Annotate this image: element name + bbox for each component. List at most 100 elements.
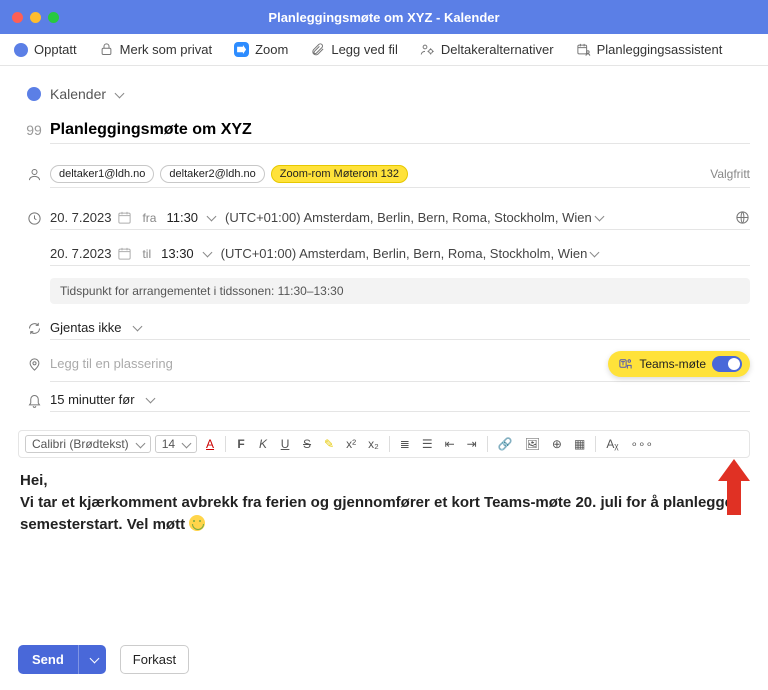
globe-icon[interactable] xyxy=(735,210,750,225)
maximize-window-button[interactable] xyxy=(48,12,59,23)
toggle-switch-on-icon xyxy=(712,356,742,372)
underline-button[interactable]: U xyxy=(276,435,294,453)
send-button-label: Send xyxy=(18,645,78,674)
zoom-icon xyxy=(234,42,249,57)
bullet-list-button[interactable]: ≣ xyxy=(396,435,414,453)
start-date-value: 20. 7.2023 xyxy=(50,210,111,225)
scheduling-assistant-button[interactable]: Planleggingsassistent xyxy=(576,42,723,57)
smile-emoji-icon xyxy=(189,515,205,531)
body-text: Vi tar et kjærkomment avbrekk fra ferien… xyxy=(20,494,733,533)
start-tz-value: (UTC+01:00) Amsterdam, Berlin, Bern, Rom… xyxy=(225,210,592,225)
person-icon xyxy=(27,167,42,182)
attendee-chip[interactable]: deltaker2@ldh.no xyxy=(160,165,264,183)
indent-button[interactable]: ⇥ xyxy=(463,435,481,453)
bold-button[interactable]: F xyxy=(232,435,250,453)
calendar-selector[interactable]: Kalender xyxy=(50,86,123,102)
subject-input[interactable] xyxy=(50,117,750,144)
scheduling-assistant-label: Planleggingsassistent xyxy=(597,42,723,57)
start-date-field[interactable]: 20. 7.2023 xyxy=(50,210,132,225)
teams-icon xyxy=(618,356,633,371)
highlight-button[interactable]: ✎ xyxy=(320,435,338,453)
link-button[interactable]: ⊕ xyxy=(548,435,566,453)
lock-icon xyxy=(99,42,114,57)
mark-private-label: Merk som privat xyxy=(120,42,212,57)
number-list-button[interactable]: ☰ xyxy=(418,435,437,453)
more-format-button[interactable]: ∘∘∘ xyxy=(626,435,657,453)
start-row: 20. 7.2023 fra 11:30 (UTC+01:00) Amsterd… xyxy=(18,200,750,236)
participant-options-button[interactable]: Deltakeralternativer xyxy=(420,42,554,57)
font-family-select[interactable]: Calibri (Brødtekst) xyxy=(25,435,151,453)
end-row: 20. 7.2023 til 13:30 (UTC+01:00) Amsterd… xyxy=(18,236,750,272)
zoom-button[interactable]: Zoom xyxy=(234,42,288,57)
discard-button[interactable]: Forkast xyxy=(120,645,189,674)
status-label: Opptatt xyxy=(34,42,77,57)
calendar-icon xyxy=(117,246,132,261)
calendar-name: Kalender xyxy=(50,86,106,102)
recurrence-icon xyxy=(27,321,42,336)
end-timezone-field[interactable]: (UTC+01:00) Amsterdam, Berlin, Bern, Rom… xyxy=(221,246,750,261)
subject-row: 99 xyxy=(18,112,750,148)
send-dropdown[interactable] xyxy=(78,645,106,674)
table-button[interactable]: ▦ xyxy=(570,435,589,453)
titlebar: Planleggingsmøte om XYZ - Kalender xyxy=(0,0,768,34)
optional-attendees-link[interactable]: Valgfritt xyxy=(710,167,750,181)
font-size-select[interactable]: 14 xyxy=(155,435,197,453)
end-date-field[interactable]: 20. 7.2023 xyxy=(50,246,132,261)
start-time-field[interactable]: 11:30 xyxy=(166,210,215,225)
end-tz-value: (UTC+01:00) Amsterdam, Berlin, Bern, Rom… xyxy=(221,246,588,261)
rich-text-toolbar: Calibri (Brødtekst) 14 A F K U S ✎ x² x₂… xyxy=(18,430,750,458)
calendar-color-icon xyxy=(27,87,41,101)
start-timezone-field[interactable]: (UTC+01:00) Amsterdam, Berlin, Bern, Rom… xyxy=(225,210,725,225)
mark-private-button[interactable]: Merk som privat xyxy=(99,42,212,57)
chevron-down-icon xyxy=(594,212,604,222)
calendar-person-icon xyxy=(576,42,591,57)
italic-button[interactable]: K xyxy=(254,435,272,453)
recurrence-row: Gjentas ikke xyxy=(18,310,750,346)
reminder-value: 15 minutter før xyxy=(50,392,135,407)
status-button[interactable]: Opptatt xyxy=(14,42,77,57)
window-controls xyxy=(0,12,59,23)
teams-toggle-label: Teams-møte xyxy=(639,357,706,371)
bell-icon xyxy=(27,393,42,408)
timezone-banner: Tidspunkt for arrangementet i tidssonen:… xyxy=(50,278,750,304)
image-button[interactable]: 🖼 xyxy=(521,435,544,453)
attachment-button[interactable]: 🔗 xyxy=(494,435,517,453)
end-time-value: 13:30 xyxy=(161,246,194,261)
superscript-button[interactable]: x² xyxy=(342,435,360,453)
participant-options-label: Deltakeralternativer xyxy=(441,42,554,57)
quote-icon: 99 xyxy=(18,122,50,138)
end-time-field[interactable]: 13:30 xyxy=(161,246,211,261)
calendar-row: Kalender xyxy=(18,76,750,112)
clear-format-button[interactable]: Aᵪ xyxy=(602,435,622,453)
minimize-window-button[interactable] xyxy=(30,12,41,23)
send-button[interactable]: Send xyxy=(18,645,106,674)
chevron-down-icon xyxy=(89,654,99,664)
reminder-row: 15 minutter før xyxy=(18,382,750,418)
strike-button[interactable]: S xyxy=(298,435,316,453)
teams-meeting-toggle[interactable]: Teams-møte xyxy=(608,351,750,377)
chevron-down-icon xyxy=(182,438,192,448)
font-color-button[interactable]: A xyxy=(201,435,219,453)
to-label: til xyxy=(142,247,151,261)
from-label: fra xyxy=(142,211,156,225)
attendees-field[interactable]: deltaker1@ldh.no deltaker2@ldh.no Zoom-r… xyxy=(50,160,750,188)
zoom-label: Zoom xyxy=(255,42,288,57)
calendar-icon xyxy=(117,210,132,225)
attach-button[interactable]: Legg ved fil xyxy=(310,42,398,57)
discard-label: Forkast xyxy=(133,652,176,667)
room-chip[interactable]: Zoom-rom Møterom 132 xyxy=(271,165,408,183)
location-field[interactable]: Legg til en plassering Teams-møte xyxy=(50,347,750,382)
attendee-chip[interactable]: deltaker1@ldh.no xyxy=(50,165,154,183)
subscript-button[interactable]: x₂ xyxy=(364,435,383,453)
attendees-row: deltaker1@ldh.no deltaker2@ldh.no Zoom-r… xyxy=(18,156,750,192)
footer: Send Forkast xyxy=(18,645,189,674)
outdent-button[interactable]: ⇤ xyxy=(441,435,459,453)
reminder-field[interactable]: 15 minutter før xyxy=(50,388,750,412)
chevron-down-icon xyxy=(135,438,145,448)
recurrence-field[interactable]: Gjentas ikke xyxy=(50,316,750,340)
chevron-down-icon xyxy=(115,88,125,98)
message-body[interactable]: Hei, Vi tar et kjærkomment avbrekk fra f… xyxy=(18,466,750,539)
close-window-button[interactable] xyxy=(12,12,23,23)
location-placeholder: Legg til en plassering xyxy=(50,356,173,371)
people-gear-icon xyxy=(420,42,435,57)
